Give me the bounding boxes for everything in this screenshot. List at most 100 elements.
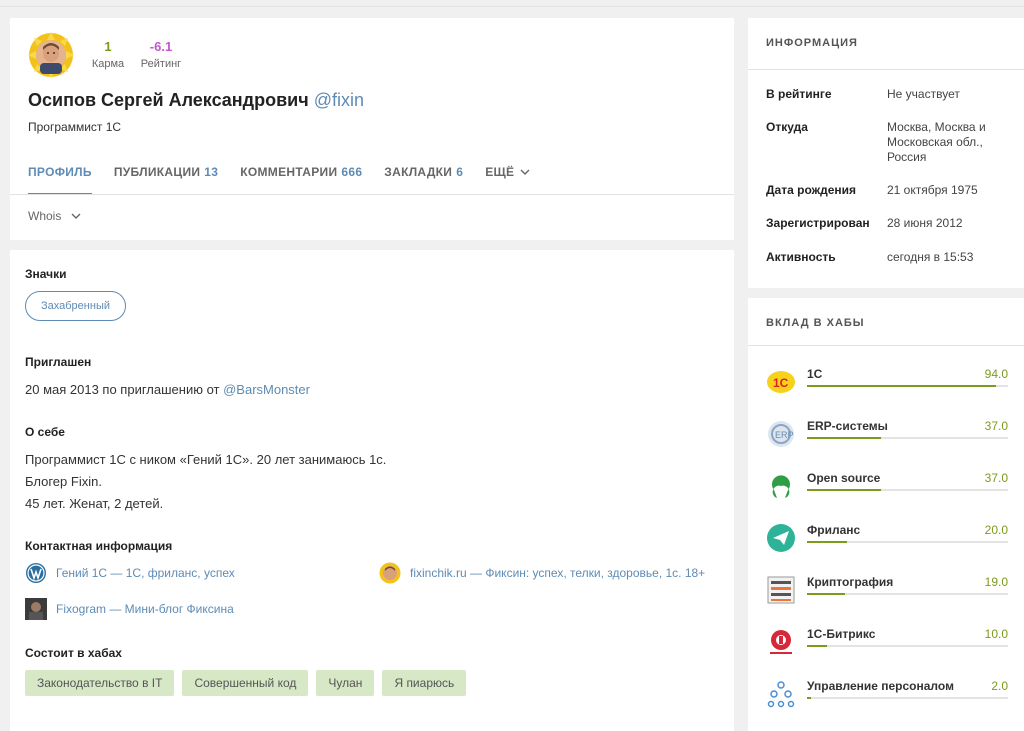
hub-value: 94.0 bbox=[984, 367, 1008, 381]
crypto-icon bbox=[767, 576, 795, 604]
top-strip bbox=[0, 0, 1024, 7]
1c-logo-icon: 1С bbox=[767, 371, 795, 393]
hub-name: Управление персоналом bbox=[807, 679, 954, 693]
contact-text: Fixogram — Мини-блог Фиксина bbox=[56, 602, 234, 616]
hub-tag[interactable]: Совершенный код bbox=[182, 670, 309, 696]
hub-progress-fill bbox=[807, 645, 828, 647]
badges-title: Значки bbox=[25, 267, 67, 281]
hub-item-bitrix[interactable]: 1С-Битрикс 10.0 bbox=[766, 621, 1008, 661]
contact-text: fixinchik.ru — Фиксин: успех, телки, здо… bbox=[410, 566, 706, 580]
rating-stat[interactable]: -6.1 Рейтинг bbox=[137, 39, 185, 71]
hub-progress-fill bbox=[807, 541, 848, 543]
tab-count: 13 bbox=[204, 165, 219, 179]
bitrix-icon bbox=[770, 630, 792, 654]
contact-link-wordpress[interactable]: Гений 1С — 1С, фриланс, успех bbox=[25, 562, 235, 584]
info-divider bbox=[748, 69, 1024, 70]
profile-tabs: ПРОФИЛЬ ПУБЛИКАЦИИ 13 КОММЕНТАРИИ 666 ЗАКЛ… bbox=[28, 165, 530, 195]
photo-icon bbox=[25, 598, 47, 620]
hub-item-1c[interactable]: 1С 1С 94.0 bbox=[766, 361, 1008, 401]
hub-value: 10.0 bbox=[984, 627, 1008, 641]
about-text: Программист 1С с ником «Гений 1С». 20 ле… bbox=[25, 449, 386, 515]
open-source-icon bbox=[772, 475, 790, 498]
profile-card: 1 Карма -6.1 Рейтинг Осипов Сергей Алекс… bbox=[10, 18, 734, 240]
hubs-card: ВКЛАД В ХАБЫ 1С 1С 94.0 ERP ERP-системы … bbox=[748, 298, 1024, 731]
info-value: 21 октября 1975 bbox=[887, 183, 978, 197]
info-value: сегодня в 15:53 bbox=[887, 250, 974, 264]
tab-count: 666 bbox=[341, 165, 363, 179]
info-value: Не участвует bbox=[887, 87, 960, 101]
invited-info: 20 мая 2013 по приглашению от @BarsMonst… bbox=[25, 379, 310, 401]
wordpress-icon bbox=[26, 563, 46, 583]
hub-tag[interactable]: Я пиарюсь bbox=[382, 670, 467, 696]
member-hubs-list: Законодательство в IT Совершенный код Чу… bbox=[25, 670, 467, 696]
tab-label: ЕЩЁ bbox=[485, 165, 515, 179]
info-key: Дата рождения bbox=[766, 183, 857, 197]
chevron-down-icon bbox=[520, 169, 530, 175]
svg-text:ERP: ERP bbox=[775, 430, 794, 440]
hub-name: 1С-Битрикс bbox=[807, 627, 876, 641]
hub-progress-fill bbox=[807, 593, 846, 595]
hub-progress-fill bbox=[807, 697, 812, 699]
karma-value: 1 bbox=[104, 39, 112, 54]
paper-plane-icon bbox=[767, 524, 795, 552]
hub-name: Криптография bbox=[807, 575, 894, 589]
hub-tag[interactable]: Законодательство в IT bbox=[25, 670, 175, 696]
badge-zahabrenny[interactable]: Захабренный bbox=[25, 291, 126, 321]
hub-progress bbox=[807, 437, 1008, 439]
inviter-link[interactable]: @BarsMonster bbox=[223, 382, 310, 397]
hub-progress-fill bbox=[807, 437, 882, 439]
fullname-text: Осипов Сергей Александрович bbox=[28, 90, 309, 110]
invited-text: 20 мая 2013 по приглашению от bbox=[25, 382, 224, 397]
rating-value: -6.1 bbox=[149, 39, 173, 54]
hub-progress-fill bbox=[807, 385, 996, 387]
chevron-down-icon bbox=[71, 213, 81, 219]
tab-comments[interactable]: КОММЕНТАРИИ 666 bbox=[240, 165, 362, 195]
hubs-divider bbox=[748, 345, 1024, 346]
info-key: Зарегистрирован bbox=[766, 216, 870, 230]
contacts-title: Контактная информация bbox=[25, 539, 173, 553]
info-key: Откуда bbox=[766, 120, 808, 134]
info-card: ИНФОРМАЦИЯ В рейтинге Не участвует Откуд… bbox=[748, 18, 1024, 288]
hub-value: 20.0 bbox=[984, 523, 1008, 537]
avatar-sun-icon bbox=[379, 562, 401, 584]
tab-label: КОММЕНТАРИИ bbox=[240, 165, 338, 179]
hub-progress bbox=[807, 489, 1008, 491]
tab-bookmarks[interactable]: ЗАКЛАДКИ 6 bbox=[384, 165, 463, 195]
info-title: ИНФОРМАЦИЯ bbox=[766, 37, 858, 49]
contact-link-fixogram[interactable]: Fixogram — Мини-блог Фиксина bbox=[25, 598, 234, 620]
whois-toggle[interactable]: Whois bbox=[28, 209, 81, 223]
karma-stat[interactable]: 1 Карма bbox=[90, 39, 126, 71]
user-specialization: Программист 1С bbox=[28, 120, 122, 134]
hub-item-freelance[interactable]: Фриланс 20.0 bbox=[766, 517, 1008, 557]
hub-item-cryptography[interactable]: Криптография 19.0 bbox=[766, 569, 1008, 609]
hubs-title: ВКЛАД В ХАБЫ bbox=[766, 317, 865, 329]
tab-publications[interactable]: ПУБЛИКАЦИИ 13 bbox=[114, 165, 218, 195]
user-nickname[interactable]: @fixin bbox=[314, 90, 364, 110]
about-line: 45 лет. Женат, 2 детей. bbox=[25, 496, 164, 511]
tab-label: ПРОФИЛЬ bbox=[28, 165, 92, 179]
hub-progress-fill bbox=[807, 489, 882, 491]
tab-label: ПУБЛИКАЦИИ bbox=[113, 165, 201, 179]
user-fullname: Осипов Сергей Александрович @fixin bbox=[28, 90, 364, 111]
tab-profile[interactable]: ПРОФИЛЬ bbox=[28, 165, 92, 195]
about-line: Программист 1С с ником «Гений 1С». 20 ле… bbox=[25, 452, 387, 467]
svg-text:1С: 1С bbox=[773, 376, 789, 390]
hub-progress bbox=[807, 697, 1008, 699]
hub-item-open-source[interactable]: Open source 37.0 bbox=[766, 465, 1008, 505]
info-key: В рейтинге bbox=[766, 87, 832, 101]
tab-more[interactable]: ЕЩЁ bbox=[485, 165, 530, 195]
rating-label: Рейтинг bbox=[140, 58, 182, 70]
info-value: Москва, Москва и Московская обл., Россия bbox=[887, 120, 986, 164]
hub-value: 2.0 bbox=[991, 679, 1008, 693]
hub-progress bbox=[807, 385, 1008, 387]
hub-tag[interactable]: Чулан bbox=[316, 670, 375, 696]
hub-progress bbox=[807, 593, 1008, 595]
hub-name: Open source bbox=[807, 471, 881, 485]
info-value: 28 июня 2012 bbox=[887, 216, 963, 230]
hub-item-erp[interactable]: ERP ERP-системы 37.0 bbox=[766, 413, 1008, 453]
hub-name: Фриланс bbox=[807, 523, 861, 537]
contact-link-fixinchik[interactable]: fixinchik.ru — Фиксин: успех, телки, здо… bbox=[379, 562, 705, 584]
user-avatar[interactable] bbox=[28, 32, 74, 78]
hub-value: 37.0 bbox=[984, 471, 1008, 485]
hub-item-hr[interactable]: Управление персоналом 2.0 bbox=[766, 673, 1008, 713]
